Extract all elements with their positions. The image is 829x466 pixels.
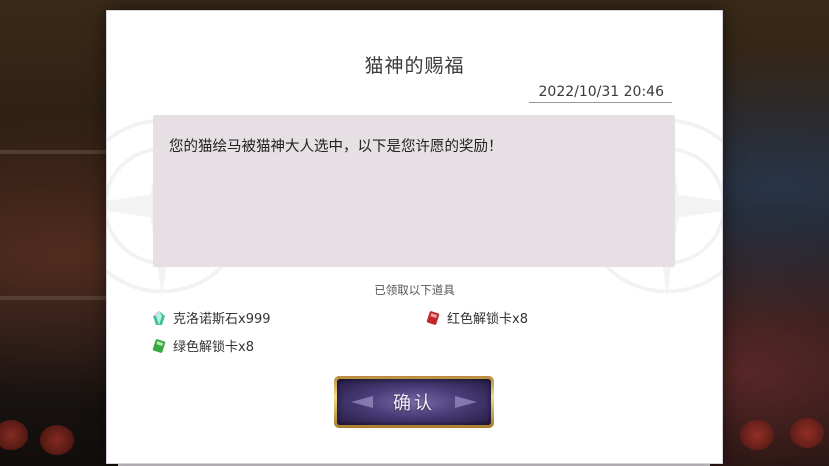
reward-dialog: 猫神的赐福 2022/10/31 20:46 您的猫绘马被猫神大人选中，以下是您…	[107, 11, 722, 463]
reward-item: 克洛诺斯石x999	[152, 308, 271, 327]
reward-item: 绿色解锁卡x8	[152, 336, 254, 355]
red-unlock-card-icon	[426, 310, 440, 325]
received-items-label: 已领取以下道具	[374, 283, 455, 297]
confirm-button[interactable]: 确认	[334, 376, 494, 428]
lantern-decoration	[40, 425, 74, 455]
wing-left-icon	[351, 396, 373, 408]
lantern-decoration	[740, 420, 774, 450]
reward-item-label: 克洛诺斯石x999	[173, 312, 271, 327]
chronos-stone-icon	[153, 310, 165, 325]
green-unlock-card-icon	[152, 338, 166, 353]
message-text: 您的猫绘马被猫神大人选中，以下是您许愿的奖励！	[169, 139, 503, 155]
lantern-decoration	[0, 420, 28, 450]
railing-decoration	[0, 296, 108, 300]
dialog-date: 2022/10/31 20:46	[528, 84, 672, 103]
confirm-button-face: 确认	[337, 379, 491, 425]
reward-item: 红色解锁卡x8	[426, 308, 528, 327]
reward-item-label: 绿色解锁卡x8	[173, 340, 254, 355]
wing-right-icon	[455, 396, 477, 408]
message-box: 您的猫绘马被猫神大人选中，以下是您许愿的奖励！	[153, 115, 675, 267]
reward-item-label: 红色解锁卡x8	[447, 312, 528, 327]
lantern-decoration	[790, 418, 824, 448]
railing-decoration	[0, 150, 108, 154]
dialog-title: 猫神的赐福	[364, 55, 465, 77]
confirm-label: 确认	[393, 393, 435, 414]
